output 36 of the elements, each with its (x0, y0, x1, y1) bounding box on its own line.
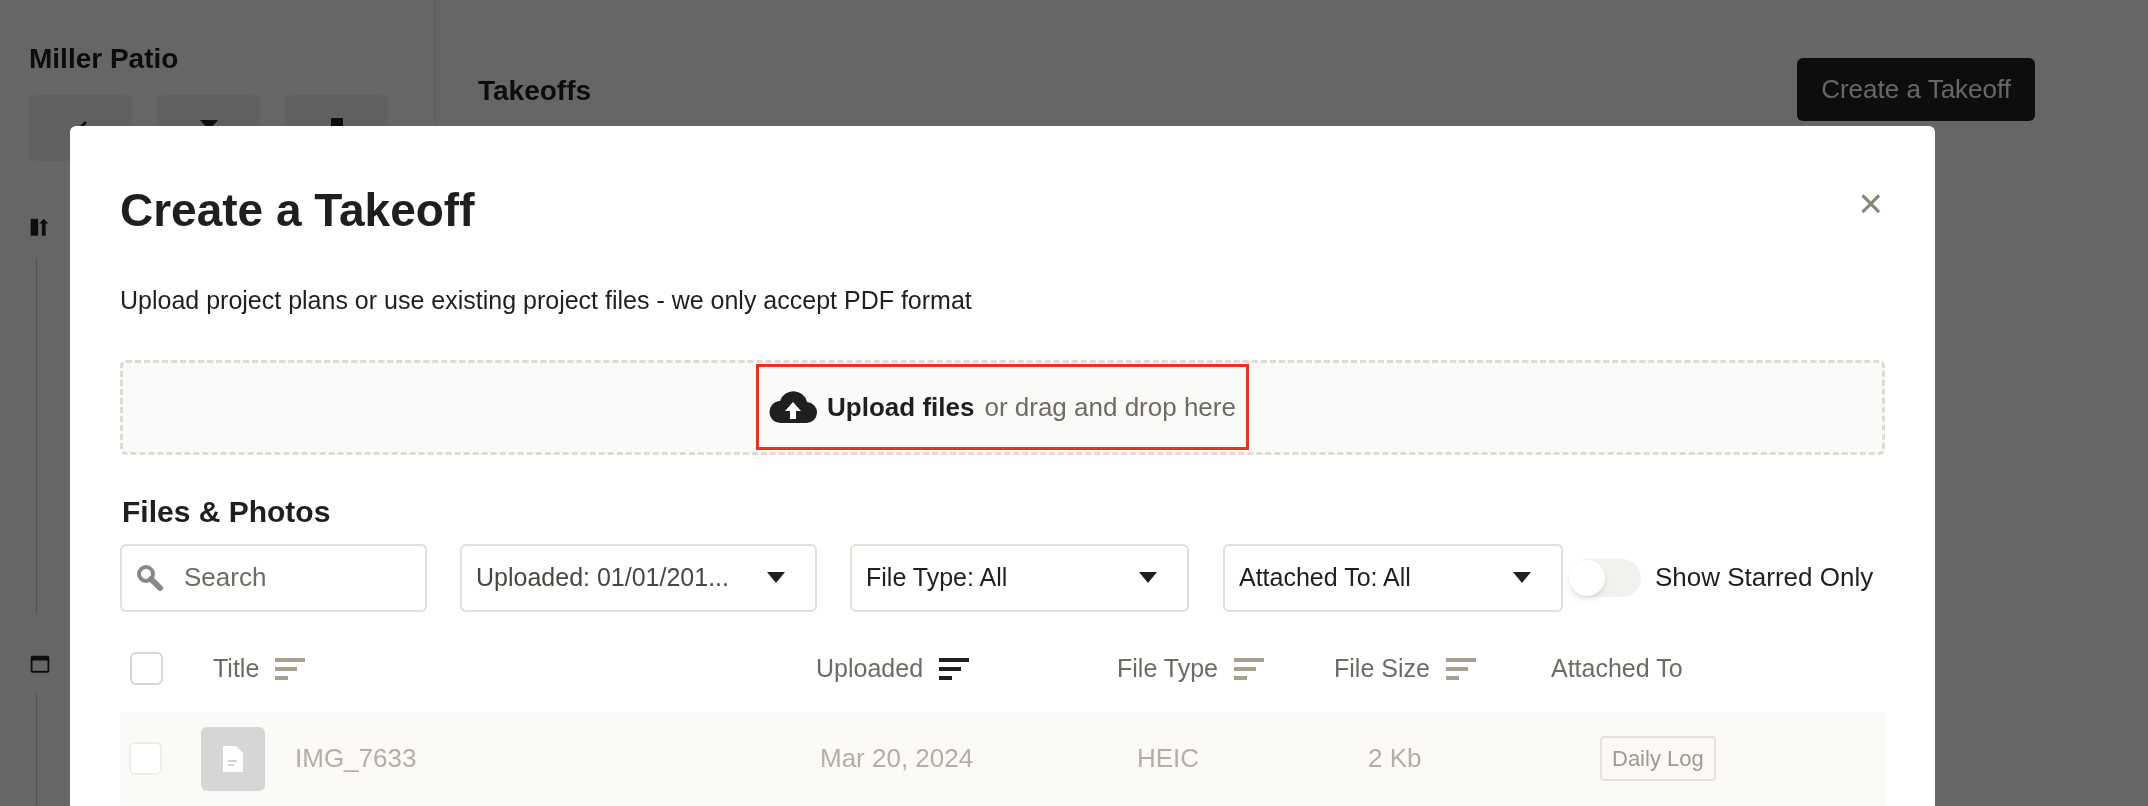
column-header[interactable]: File Size (1334, 649, 1430, 688)
section-title: Files & Photos (122, 493, 332, 530)
toggle-label: Show Starred Only (1655, 561, 1874, 594)
search-icon (136, 563, 164, 592)
checkbox[interactable] (130, 652, 163, 685)
upload-dropzone[interactable]: Upload files or drag and drop here (120, 359, 1885, 455)
filter-dropdown[interactable]: Attached To: All (1223, 543, 1563, 612)
project-title: Miller Patio (29, 42, 180, 76)
calendar-icon (29, 653, 51, 674)
column-header: Attached To (1551, 652, 1683, 684)
modal-title: Create a Takeoff (120, 183, 475, 238)
file-type: HEIC (1137, 743, 1200, 773)
starred-toggle[interactable] (1569, 558, 1641, 597)
upload-files-button[interactable]: Upload files (827, 387, 975, 427)
search-field[interactable]: Search (120, 543, 427, 612)
caret-icon (767, 571, 785, 584)
cloud-upload-icon (769, 390, 818, 424)
column-header[interactable]: Uploaded (816, 649, 924, 688)
filter-dropdown[interactable]: Uploaded: 01/01/201... (460, 543, 817, 612)
attached-to-tag: Daily Log (1600, 736, 1716, 781)
file-size: 2 Kb (1368, 743, 1422, 773)
caret-icon (1139, 571, 1157, 584)
modal-description: Upload project plans or use existing project files - we only accept PDF format (120, 285, 973, 316)
file-name: IMG_7633 (295, 742, 417, 775)
create-takeoff-button[interactable]: Create a Takeoff (1797, 58, 2035, 121)
tools-icon (29, 217, 51, 238)
filter-dropdown[interactable]: File Type: All (850, 543, 1189, 612)
drop-hint: or drag and drop here (984, 390, 1236, 424)
caret-icon (1513, 571, 1531, 584)
file-icon (201, 726, 265, 791)
close-button[interactable]: × (1858, 183, 1883, 225)
column-header[interactable]: Title (213, 649, 260, 688)
column-header[interactable]: File Type (1117, 649, 1218, 688)
sort-icon[interactable] (939, 656, 970, 681)
page-title: Takeoffs (478, 74, 592, 108)
upload-date: Mar 20, 2024 (820, 743, 974, 773)
